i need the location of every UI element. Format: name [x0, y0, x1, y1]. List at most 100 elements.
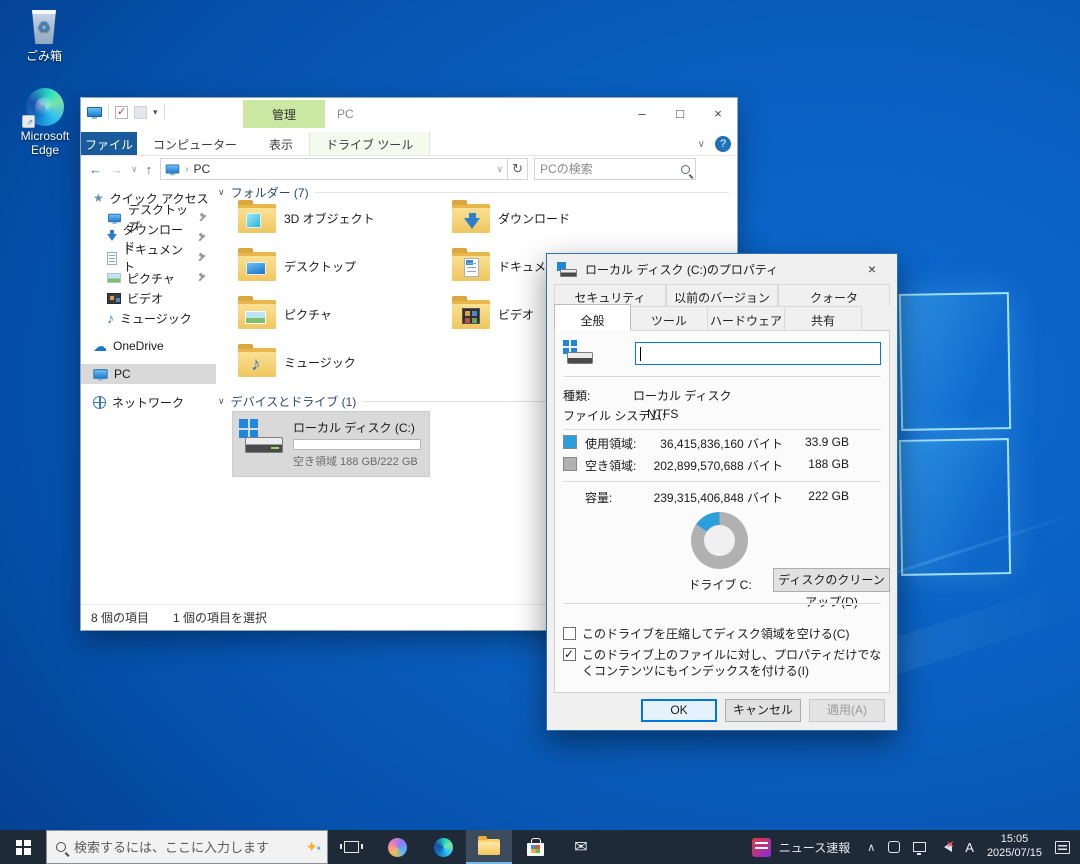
disk-cleanup-button[interactable]: ディスクのクリーンアップ(D): [773, 568, 890, 592]
tab-previous-versions[interactable]: 以前のバージョン: [666, 284, 778, 306]
copilot-button[interactable]: [374, 830, 420, 864]
taskbar: ✦ ✉ ニュース速報 ∧ A 15:05 2025/07/15: [0, 830, 1080, 864]
close-button[interactable]: ×: [699, 98, 737, 128]
tab-tools[interactable]: ツール: [631, 306, 708, 331]
folder-item-desktop[interactable]: デスクトップ: [238, 246, 443, 286]
show-hidden-icons-chevron[interactable]: ∧: [867, 841, 875, 854]
forward-button[interactable]: →: [110, 162, 123, 177]
ime-indicator[interactable]: A: [965, 840, 974, 855]
compress-checkbox-row[interactable]: このドライブを圧縮してディスク領域を空ける(C): [563, 626, 885, 642]
explorer-titlebar[interactable]: ▾ 管理 PC – □ ×: [81, 98, 737, 132]
maximize-button[interactable]: □: [661, 98, 699, 128]
sidebar-item-pictures[interactable]: ピクチャ: [81, 268, 216, 288]
desktop-icon-edge[interactable]: Microsoft Edge: [13, 88, 77, 157]
checkbox-icon[interactable]: [563, 648, 576, 661]
action-center-icon[interactable]: [1055, 841, 1070, 854]
monitor-icon: [108, 214, 121, 223]
close-icon[interactable]: ×: [857, 257, 887, 281]
capacity-bytes: 239,315,406,848 バイト: [637, 489, 783, 506]
store-button[interactable]: [512, 830, 558, 864]
minimize-button[interactable]: –: [623, 98, 661, 128]
folder-item-downloads[interactable]: ダウンロード: [452, 198, 657, 238]
taskbar-search-input[interactable]: [74, 840, 297, 855]
index-checkbox-row[interactable]: このドライブ上のファイルに対し、プロパティだけでなくコンテンツにもインデックスを…: [563, 647, 885, 679]
type-label: 種類:: [563, 387, 590, 404]
checkbox-label: このドライブを圧縮してディスク領域を空ける(C): [582, 626, 849, 642]
new-folder-icon[interactable]: [134, 106, 147, 119]
folder-icon: [238, 300, 276, 329]
edge-button[interactable]: [420, 830, 466, 864]
checkbox-icon[interactable]: [563, 627, 576, 640]
window-title: PC: [337, 107, 354, 121]
tab-file[interactable]: ファイル: [81, 132, 137, 155]
divider: [563, 429, 881, 431]
folder-icon: [452, 204, 490, 233]
tab-general[interactable]: 全般: [554, 304, 631, 331]
sidebar-item-documents[interactable]: ドキュメント: [81, 248, 216, 268]
start-button[interactable]: [0, 830, 46, 864]
taskbar-search[interactable]: ✦: [46, 830, 328, 864]
address-bar[interactable]: › PC ∨: [160, 158, 508, 180]
navigation-pane: ★ クイック アクセス デスクトップ ダウンロード ドキュメント ピクチャ: [81, 182, 216, 604]
apply-button[interactable]: 適用(A): [809, 699, 885, 722]
tab-drive-tools[interactable]: ドライブ ツール: [309, 132, 430, 155]
folder-icon: [452, 300, 490, 329]
drive-usage-bar: [293, 439, 421, 450]
news-widget[interactable]: ニュース速報: [748, 838, 854, 857]
checkbox-label: このドライブ上のファイルに対し、プロパティだけでなくコンテンツにもインデックスを…: [582, 647, 885, 679]
back-button[interactable]: ←: [89, 162, 102, 177]
folder-item-pictures[interactable]: ピクチャ: [238, 294, 443, 334]
mail-button[interactable]: ✉: [558, 830, 604, 864]
divider: [563, 376, 881, 378]
tab-sharing[interactable]: 共有: [785, 306, 862, 331]
refresh-button[interactable]: ↻: [508, 158, 528, 180]
picture-icon: [107, 273, 121, 283]
sidebar-item-pc[interactable]: PC: [81, 364, 216, 384]
sidebar-item-music[interactable]: ♪ ミュージック: [81, 308, 216, 328]
help-icon[interactable]: ?: [715, 136, 731, 152]
drive-item-c[interactable]: ローカル ディスク (C:) 空き領域 188 GB/222 GB: [232, 411, 430, 477]
file-explorer-button[interactable]: [466, 830, 512, 864]
network-icon[interactable]: [913, 842, 926, 852]
tab-computer[interactable]: コンピューター: [137, 132, 253, 155]
folder-item-3d-objects[interactable]: 3D オブジェクト: [238, 198, 443, 238]
collapse-group-chevron-icon[interactable]: ∨: [218, 396, 225, 407]
search-input[interactable]: [540, 162, 660, 176]
computer-icon[interactable]: [87, 107, 102, 117]
pin-icon: [199, 214, 206, 222]
folder-item-music[interactable]: ♪ ミュージック: [238, 342, 443, 382]
tab-view[interactable]: 表示: [253, 132, 309, 155]
desktop-icon-recycle-bin[interactable]: ♻ ごみ箱: [12, 10, 76, 64]
up-button[interactable]: ↑: [146, 162, 153, 177]
ok-button[interactable]: OK: [641, 699, 717, 722]
sidebar-item-label: ピクチャ: [127, 270, 175, 287]
sidebar-item-network[interactable]: ネットワーク: [81, 392, 216, 412]
used-space-row: 使用領域: 36,415,836,160 バイト 33.9 GB: [547, 435, 897, 451]
tab-hardware[interactable]: ハードウェア: [708, 306, 785, 331]
pc-icon: [166, 165, 180, 174]
manage-contextual-tab[interactable]: 管理: [243, 100, 325, 128]
recent-locations-chevron-icon[interactable]: ∨: [131, 164, 138, 175]
search-box[interactable]: [534, 158, 696, 180]
collapse-ribbon-chevron-icon[interactable]: ∨: [698, 139, 705, 150]
address-dropdown-chevron-icon[interactable]: ∨: [497, 164, 504, 175]
qat-customize-chevron-icon[interactable]: ▾: [153, 107, 158, 118]
breadcrumb[interactable]: PC: [193, 162, 210, 176]
tray-app-icon[interactable]: [888, 841, 900, 853]
tab-quota[interactable]: クォータ: [778, 284, 890, 306]
clock[interactable]: 15:05 2025/07/15: [987, 833, 1042, 861]
task-view-button[interactable]: [328, 830, 374, 864]
cancel-button[interactable]: キャンセル: [725, 699, 801, 722]
separator: [164, 105, 165, 119]
sidebar-item-onedrive[interactable]: ☁ OneDrive: [81, 336, 216, 356]
collapse-group-chevron-icon[interactable]: ∨: [218, 187, 225, 198]
volume-label-input[interactable]: [635, 342, 881, 365]
drive-icon: [557, 262, 577, 277]
properties-icon[interactable]: [115, 106, 128, 119]
text-caret: [640, 347, 641, 361]
volume-muted-icon[interactable]: [939, 842, 952, 852]
free-space-bytes: 202,899,570,688 バイト: [637, 457, 783, 474]
sidebar-item-videos[interactable]: ビデオ: [81, 288, 216, 308]
tab-security[interactable]: セキュリティ: [554, 284, 666, 306]
dialog-titlebar[interactable]: ローカル ディスク (C:)のプロパティ ×: [547, 254, 897, 284]
